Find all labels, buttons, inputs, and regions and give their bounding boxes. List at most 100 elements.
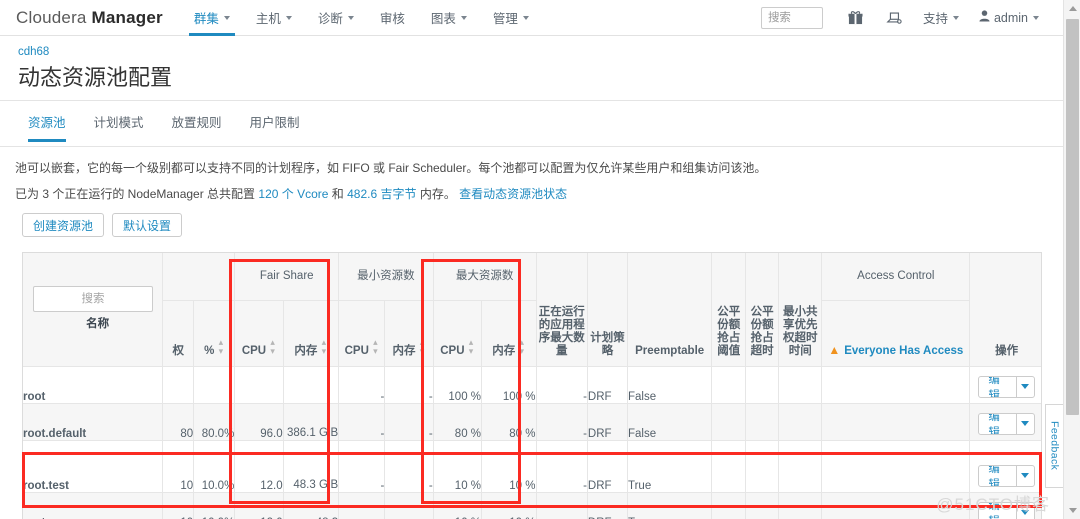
alerts-icon[interactable] — [884, 8, 904, 28]
nav-item-clusters[interactable]: 群集 — [181, 0, 243, 36]
scrollbar-thumb[interactable] — [1066, 19, 1079, 415]
cell-weight: 10 — [162, 492, 195, 519]
cell-min-memory: - — [384, 403, 434, 441]
edit-dropdown-button[interactable] — [1017, 377, 1034, 397]
col-header-min-cpu-label: CPU — [344, 344, 369, 357]
col-header-fairshare-cpu[interactable]: CPU ▴ ▾ — [234, 300, 284, 367]
table-row[interactable]: root.default 80 80.0% 96.0 386.1 GiB - -… — [23, 403, 1041, 441]
sort-icon[interactable]: ▴ ▾ — [269, 337, 276, 356]
sort-icon[interactable]: ▴ ▾ — [419, 337, 426, 356]
cell-fairshare-memory-value: 386.1 GiB — [286, 426, 339, 439]
desc2-suffix: 内存。 — [416, 187, 460, 201]
warning-icon: ▲ — [828, 342, 841, 357]
edit-button-group[interactable]: 编辑 — [978, 375, 1035, 398]
table-row[interactable]: root.x 10 10.0% 12.0 48.3 10 % 10 % - DR… — [23, 492, 1041, 519]
avatar-icon — [979, 10, 990, 25]
col-header-percent[interactable]: % ▴ ▾ — [193, 300, 236, 367]
support-menu[interactable]: 支持 — [913, 0, 969, 36]
col-header-min-memory[interactable]: 内存 ▴ ▾ — [384, 300, 434, 367]
breadcrumb[interactable]: cdh68 — [18, 46, 1063, 58]
tab-schedule-mode-label: 计划模式 — [93, 116, 144, 130]
nav-item-charts[interactable]: 图表 — [418, 0, 480, 36]
main-menu: 群集 主机 诊断 审核 图表 管理 — [181, 0, 542, 36]
group-header-row: 搜索 名称 Fair Share 最小资源数 最大资源数 正在运行的应用程序最大… — [23, 253, 1041, 367]
scroll-down-arrow-icon[interactable] — [1064, 502, 1080, 519]
scroll-up-arrow-icon[interactable] — [1064, 0, 1080, 17]
tab-placement-rules[interactable]: 放置规则 — [158, 112, 236, 142]
sort-icon[interactable]: ▴ ▾ — [372, 337, 379, 356]
table-search-input[interactable]: 搜索 — [33, 285, 153, 312]
create-pool-button[interactable]: 创建资源池 — [22, 213, 105, 237]
tab-user-limits-label: 用户限制 — [249, 116, 300, 130]
cell-fairshare-cpu: 96.0 — [234, 403, 284, 441]
cell-fs-preempt-timeout — [745, 440, 780, 493]
nav-item-hosts[interactable]: 主机 — [243, 0, 305, 36]
app-logo[interactable]: Cloudera Manager — [16, 8, 163, 28]
col-header-max-cpu[interactable]: CPU ▴ ▾ — [433, 300, 483, 367]
edit-button[interactable]: 编辑 — [979, 376, 1017, 397]
tab-placement-rules-label: 放置规则 — [171, 116, 222, 130]
nav-item-diagnostics[interactable]: 诊断 — [305, 0, 367, 36]
col-header-schedule-policy: 计划策略 — [587, 253, 629, 367]
tab-resource-pools[interactable]: 资源池 — [18, 112, 80, 142]
vcore-link[interactable]: 120 个 Vcore — [258, 187, 328, 201]
cell-fs-preempt-timeout — [745, 366, 780, 404]
sort-icon[interactable]: ▴ ▾ — [468, 337, 475, 356]
memory-link[interactable]: 482.6 吉字节 — [347, 187, 416, 201]
brand-light: Cloudera — [16, 7, 92, 27]
sort-icon[interactable]: ▴ ▾ — [217, 337, 224, 356]
cell-max-running-apps: - — [536, 440, 588, 493]
col-header-name: 名称 — [86, 317, 110, 330]
edit-button-group[interactable]: 编辑 — [978, 412, 1035, 435]
watermark: @51CTO博客 — [936, 495, 1050, 514]
cell-fs-preempt-threshold — [711, 403, 747, 441]
edit-button[interactable]: 编辑 — [979, 413, 1017, 434]
edit-button[interactable]: 编辑 — [979, 465, 1017, 486]
tab-resource-pools-label: 资源池 — [28, 116, 66, 130]
col-header-fairshare-memory[interactable]: 内存 ▴ ▾ — [283, 300, 340, 367]
sort-icon[interactable]: ▴ ▾ — [320, 337, 327, 356]
nav-item-audits[interactable]: 审核 — [367, 0, 418, 36]
cell-access-control — [821, 366, 971, 404]
desc2-and: 和 — [328, 187, 348, 201]
edit-dropdown-button[interactable] — [1017, 414, 1034, 434]
col-header-min-cpu[interactable]: CPU ▴ ▾ — [338, 300, 386, 367]
page-header: cdh68 动态资源池配置 — [0, 36, 1063, 102]
col-header-access-control-value[interactable]: ▲ Everyone Has Access — [821, 300, 971, 367]
cell-percent: 10.0% — [193, 492, 236, 519]
col-header-weight[interactable]: 权 — [162, 300, 195, 367]
cell-max-running-apps: - — [536, 492, 588, 519]
cell-fairshare-cpu: 12.0 — [234, 440, 284, 493]
table-body: root - - 100 % 100 % - DRF False 编辑 root… — [23, 366, 1041, 519]
tab-schedule-mode[interactable]: 计划模式 — [80, 112, 158, 142]
table-row[interactable]: root - - 100 % 100 % - DRF False 编辑 — [23, 366, 1041, 404]
feedback-tab[interactable]: Feedback — [1045, 404, 1063, 488]
col-header-percent-label: % — [204, 344, 215, 357]
chevron-down-icon — [347, 15, 354, 20]
pool-status-link[interactable]: 查看动态资源池状态 — [459, 187, 567, 201]
nav-item-administration[interactable]: 管理 — [480, 0, 542, 36]
sort-icon[interactable]: ▴ ▾ — [518, 337, 525, 356]
edit-dropdown-button[interactable] — [1017, 466, 1034, 486]
everyone-has-access-link[interactable]: Everyone Has Access — [844, 345, 963, 357]
cell-max-cpu: 10 % — [433, 492, 483, 519]
col-header-max-memory[interactable]: 内存 ▴ ▾ — [481, 300, 537, 367]
vertical-scrollbar[interactable] — [1063, 0, 1080, 519]
global-search-input[interactable]: 搜索 — [760, 6, 823, 29]
cell-min-share-preempt-timeout — [778, 440, 823, 493]
user-menu[interactable]: admin — [969, 0, 1049, 36]
column-header-row: 权 % ▴ ▾ CPU ▴ ▾ 内存 ▴ ▾ CPU ▴ ▾ 内存 ▴ ▾ CPU ▴ ▾ 内存 ▴ ▾ ▲… — [23, 300, 1041, 367]
gift-icon[interactable] — [846, 8, 866, 28]
resource-pools-table-container[interactable]: 搜索 名称 Fair Share 最小资源数 最大资源数 正在运行的应用程序最大… — [22, 252, 1042, 519]
cell-actions: 编辑 — [969, 440, 1041, 493]
default-settings-button[interactable]: 默认设置 — [112, 213, 183, 237]
table-row[interactable]: root.test 10 10.0% 12.0 48.3 GiB - - 10 … — [23, 440, 1041, 493]
description-line-2: 已为 3 个正在运行的 NodeManager 总共配置 120 个 Vcore… — [15, 186, 1055, 202]
tab-user-limits[interactable]: 用户限制 — [236, 112, 314, 142]
nav-item-clusters-label: 群集 — [193, 12, 219, 26]
table-group-header: 搜索 名称 Fair Share 最小资源数 最大资源数 正在运行的应用程序最大… — [23, 253, 1041, 367]
edit-button-group[interactable]: 编辑 — [978, 464, 1035, 487]
page-root: Cloudera Manager 群集 主机 诊断 审核 图表 管理 搜索 支持… — [0, 0, 1080, 519]
nav-item-administration-label: 管理 — [492, 12, 518, 26]
nav-item-charts-label: 图表 — [430, 12, 456, 26]
